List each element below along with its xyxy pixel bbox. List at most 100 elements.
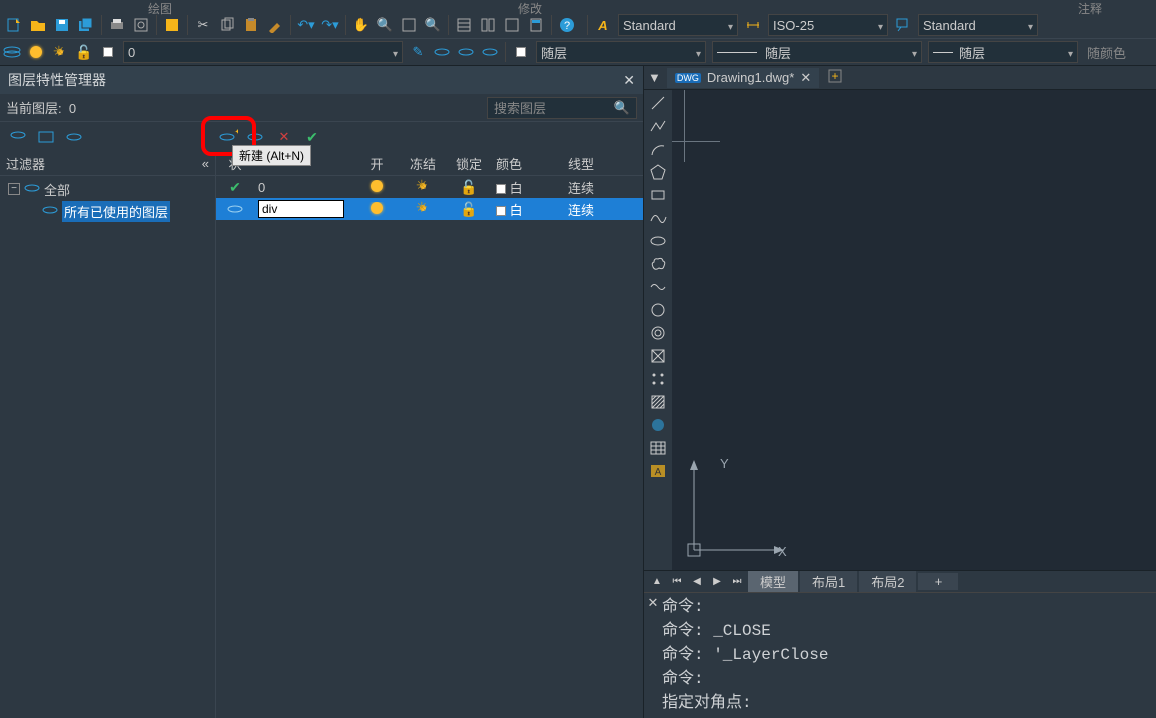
designcenter-icon[interactable]: [477, 14, 499, 36]
hatch-icon[interactable]: [646, 391, 670, 413]
help-icon[interactable]: ?: [556, 14, 578, 36]
polyline-icon[interactable]: [646, 115, 670, 137]
col-linetype[interactable]: 线型: [564, 154, 624, 173]
block-icon[interactable]: [646, 345, 670, 367]
zoom-win-icon[interactable]: [398, 14, 420, 36]
linetype-dropdown[interactable]: 随层: [712, 41, 922, 63]
layer-row-new[interactable]: 🔓 白 连续: [216, 198, 643, 220]
new-tab-icon[interactable]: +: [827, 68, 843, 87]
command-window[interactable]: ✕ 命令: 命令: _CLOSE 命令: '_LayerClose 命令: 指定…: [644, 592, 1156, 718]
col-lock[interactable]: 锁定: [446, 154, 492, 173]
dimstyle-dropdown[interactable]: ISO-25: [768, 14, 888, 36]
color-swatch[interactable]: [496, 184, 506, 194]
layer-lock-icon[interactable]: 🔓: [73, 41, 95, 63]
ellipse-icon[interactable]: [646, 230, 670, 252]
textstyle-icon[interactable]: A: [592, 14, 614, 36]
col-color[interactable]: 颜色: [492, 154, 564, 173]
save-icon[interactable]: [51, 14, 73, 36]
matchprop-icon[interactable]: [264, 14, 286, 36]
color-swatch-icon[interactable]: [510, 41, 532, 63]
layer-color-icon[interactable]: [97, 41, 119, 63]
tree-item-all[interactable]: − 全部: [0, 178, 215, 200]
mtext-icon[interactable]: A: [646, 460, 670, 482]
textstyle-dropdown[interactable]: Standard: [618, 14, 738, 36]
tabs-last-icon[interactable]: ⏭: [728, 573, 746, 591]
lock-open-icon[interactable]: 🔓: [460, 201, 477, 217]
layer-iso-icon[interactable]: [455, 41, 477, 63]
table-icon[interactable]: [646, 437, 670, 459]
layer-name-input[interactable]: [258, 200, 344, 218]
layer-prop-icon[interactable]: [1, 41, 23, 63]
drawing-canvas[interactable]: Y X: [672, 90, 1156, 570]
tabs-prev-icon[interactable]: ◀: [688, 573, 706, 591]
tab-model[interactable]: 模型: [748, 571, 798, 592]
wave-icon[interactable]: [646, 276, 670, 298]
sun-icon[interactable]: [416, 179, 430, 193]
tabs-first-icon[interactable]: ⏮: [668, 573, 686, 591]
new-icon[interactable]: [3, 14, 25, 36]
col-on[interactable]: 开: [354, 154, 400, 173]
command-close-icon[interactable]: ✕: [644, 593, 662, 718]
open-icon[interactable]: [27, 14, 49, 36]
saveall-icon[interactable]: [75, 14, 97, 36]
tab-add[interactable]: +: [918, 573, 958, 590]
donut-icon[interactable]: [646, 322, 670, 344]
pan-icon[interactable]: ✋: [350, 14, 372, 36]
layer-states-icon[interactable]: [63, 126, 85, 148]
layer-search-input[interactable]: 搜索图层 🔍: [487, 97, 637, 119]
tabs-next-icon[interactable]: ▶: [708, 573, 726, 591]
collapse-button[interactable]: «: [202, 156, 209, 171]
undo-dd-icon[interactable]: [161, 14, 183, 36]
properties-icon[interactable]: [453, 14, 475, 36]
mleaderstyle-icon[interactable]: [892, 14, 914, 36]
layer-prev-icon[interactable]: ✎: [407, 41, 429, 63]
close-icon[interactable]: ✕: [623, 72, 635, 89]
tab-layout2[interactable]: 布局2: [859, 571, 916, 592]
plot-icon[interactable]: [106, 14, 128, 36]
preview-icon[interactable]: [130, 14, 152, 36]
polygon-icon[interactable]: [646, 161, 670, 183]
tabs-menu-icon[interactable]: ▼: [648, 70, 661, 85]
copy-icon[interactable]: [216, 14, 238, 36]
revcloud-icon[interactable]: [646, 253, 670, 275]
layer-uniso-icon[interactable]: [479, 41, 501, 63]
spline-icon[interactable]: [646, 207, 670, 229]
layer-on-icon[interactable]: [25, 41, 47, 63]
tabs-up-icon[interactable]: ▲: [648, 573, 666, 591]
bulb-icon[interactable]: [371, 180, 383, 192]
color-swatch[interactable]: [496, 206, 506, 216]
circle-icon[interactable]: [646, 299, 670, 321]
layer-freeze-icon[interactable]: [49, 41, 71, 63]
zoom-prev-icon[interactable]: 🔍: [422, 14, 444, 36]
lineweight-dropdown[interactable]: 随层: [928, 41, 1078, 63]
linetype-0[interactable]: 连续: [564, 178, 624, 197]
point-icon[interactable]: [646, 368, 670, 390]
rectangle-icon[interactable]: [646, 184, 670, 206]
new-group-filter-icon[interactable]: [35, 126, 57, 148]
bulb-icon[interactable]: [371, 202, 383, 214]
tree-collapse-icon[interactable]: −: [8, 183, 20, 195]
mleaderstyle-dropdown[interactable]: Standard: [918, 14, 1038, 36]
new-property-filter-icon[interactable]: [7, 126, 29, 148]
layer-row-0[interactable]: ✔ 0 🔓 白 连续: [216, 176, 643, 198]
redo-icon[interactable]: ↷▾: [319, 14, 341, 36]
arc-icon[interactable]: [646, 138, 670, 160]
zoom-rt-icon[interactable]: 🔍: [374, 14, 396, 36]
paste-icon[interactable]: [240, 14, 262, 36]
lock-open-icon[interactable]: 🔓: [460, 179, 477, 195]
cut-icon[interactable]: ✂: [192, 14, 214, 36]
line-icon[interactable]: [646, 92, 670, 114]
sun-icon[interactable]: [416, 201, 430, 215]
col-freeze[interactable]: 冻结: [400, 154, 446, 173]
document-tab[interactable]: DWG Drawing1.dwg* ✕: [667, 68, 819, 88]
region-icon[interactable]: [646, 414, 670, 436]
color-dropdown[interactable]: 随层: [536, 41, 706, 63]
tree-item-used[interactable]: 所有已使用的图层: [0, 200, 215, 222]
linetype-1[interactable]: 连续: [564, 200, 624, 219]
dimstyle-icon[interactable]: [742, 14, 764, 36]
current-layer-dropdown[interactable]: 0: [123, 41, 403, 63]
tab-close-icon[interactable]: ✕: [800, 70, 811, 86]
calculator-icon[interactable]: [525, 14, 547, 36]
tab-layout1[interactable]: 布局1: [800, 571, 857, 592]
toolpalettes-icon[interactable]: [501, 14, 523, 36]
